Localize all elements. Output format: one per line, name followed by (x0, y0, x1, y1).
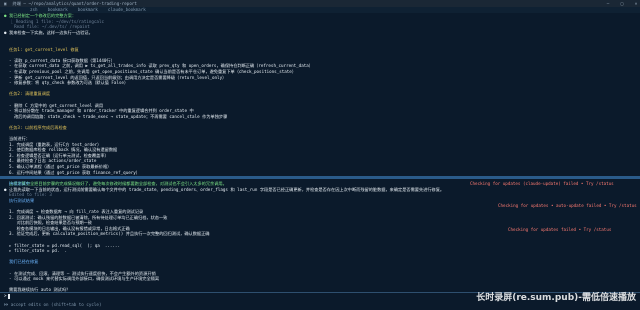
tab-3[interactable]: claude_bookmark (108, 7, 146, 13)
close-button[interactable]: × (632, 1, 640, 7)
tab-1[interactable]: bookmark (48, 7, 68, 13)
pane-divider[interactable] (0, 176, 640, 179)
title-bar: ▣ 终端 — ~/repo/analytics/quant/order-trad… (0, 0, 640, 7)
tab-2[interactable]: bookmark (78, 7, 98, 13)
status-text: ⏵⏵ accept edits on (shift+tab to cycle) (4, 301, 102, 307)
minimize-button[interactable]: – (604, 1, 612, 7)
watermark: 长时录屏(re.sum.pub)-需低倍速播放 (476, 293, 636, 303)
text-cursor (7, 293, 10, 299)
update-notice-3: Checking for updates failed • Try /statu… (508, 227, 612, 232)
prompt-symbol: > (4, 293, 7, 299)
update-notice-1: Checking for updates (claude-update) fai… (470, 181, 614, 186)
window-title: 终端 — ~/repo/analytics/quant/order-tradin… (12, 0, 137, 6)
bottom-output-pane: 持续测试中 ● 让我先读取一下当前的状态，运行测试前需要确认每个文件中的 tra… (2, 181, 638, 292)
update-notice-2: Checking for updates • auto-update faile… (498, 203, 637, 208)
terminal-icon: ▣ (4, 0, 7, 6)
top-output-pane: ● 我已经制定一个修改后的完整方案： ⎿ Reading 1 file: ~/d… (2, 13, 638, 197)
tab-0[interactable]: zsh (30, 7, 38, 13)
maximize-button[interactable]: □ (618, 1, 626, 7)
